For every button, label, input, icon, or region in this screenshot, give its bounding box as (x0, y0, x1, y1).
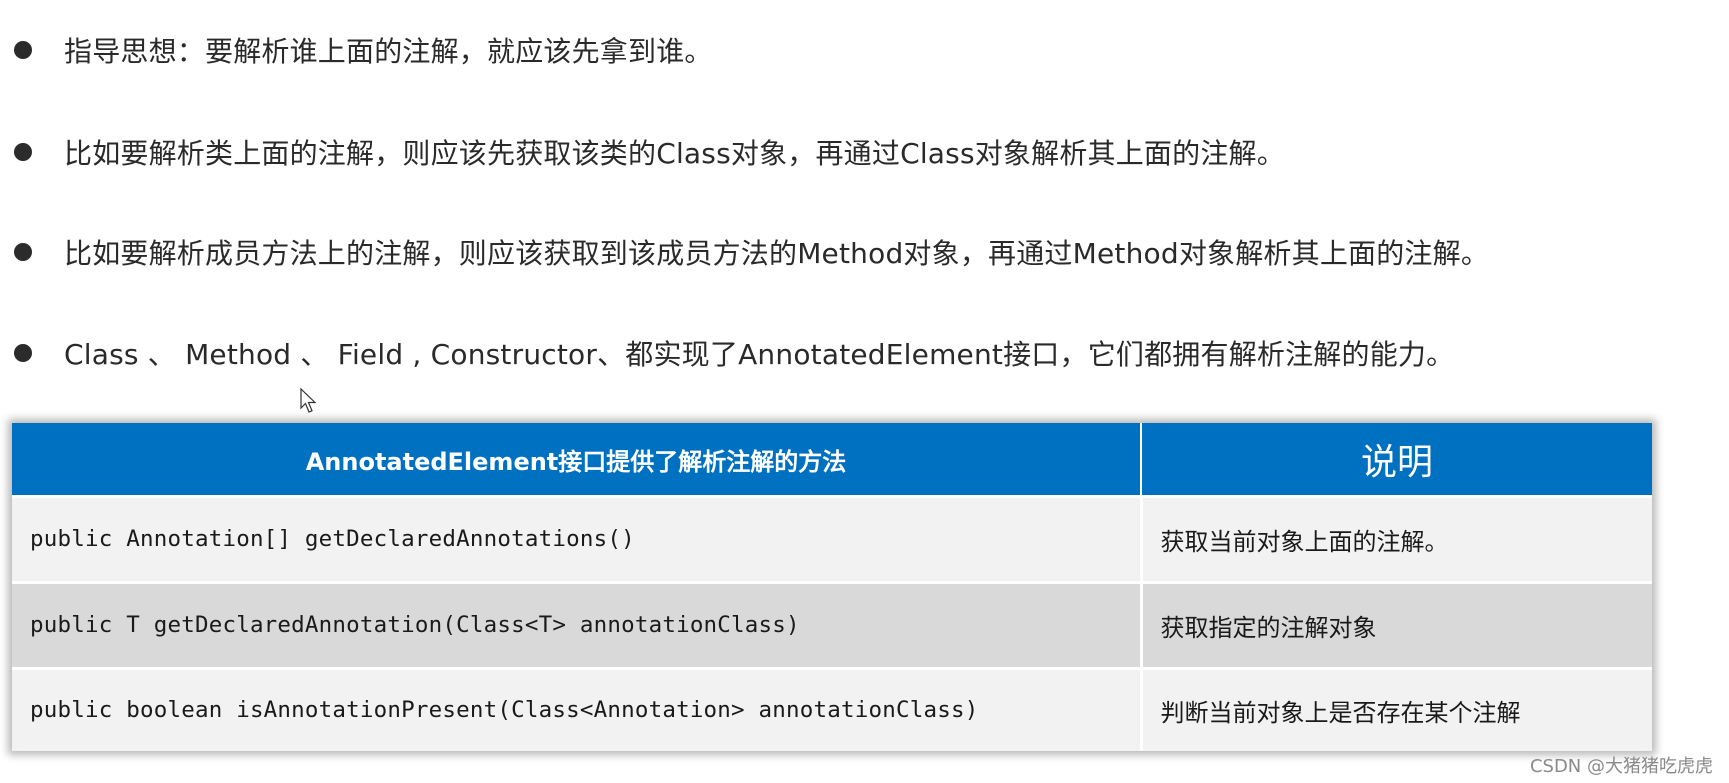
header-method: AnnotatedElement接口提供了解析注解的方法 (12, 423, 1142, 498)
table-header-row: AnnotatedElement接口提供了解析注解的方法 说明 (12, 423, 1652, 498)
bullet-item: 比如要解析成员方法上的注解，则应该获取到该成员方法的Method对象，再通过Me… (14, 232, 1489, 272)
bullet-dot-icon (14, 143, 32, 161)
method-description: 判断当前对象上是否存在某个注解 (1141, 668, 1652, 751)
bullet-item: 指导思想：要解析谁上面的注解，就应该先拿到谁。 (14, 30, 713, 70)
table-row: public Annotation[] getDeclaredAnnotatio… (12, 496, 1652, 584)
method-description: 获取指定的注解对象 (1141, 582, 1652, 670)
method-signature: public T getDeclaredAnnotation(Class<T> … (12, 582, 1143, 670)
method-description: 获取当前对象上面的注解。 (1141, 496, 1652, 584)
bullet-dot-icon (14, 243, 32, 261)
mouse-pointer-icon (300, 388, 317, 413)
bullet-text: 比如要解析成员方法上的注解，则应该获取到该成员方法的Method对象，再通过Me… (64, 237, 1490, 270)
table-row: public T getDeclaredAnnotation(Class<T> … (12, 582, 1652, 670)
bullet-item: Class 、 Method 、 Field , Constructor、都实现… (14, 333, 1454, 373)
bullet-item: 比如要解析类上面的注解，则应该先获取该类的Class对象，再通过Class对象解… (14, 132, 1285, 172)
bullet-dot-icon (14, 344, 32, 362)
method-signature: public boolean isAnnotationPresent(Class… (12, 668, 1143, 751)
header-description: 说明 (1141, 423, 1652, 498)
table-row: public boolean isAnnotationPresent(Class… (12, 668, 1652, 751)
annotated-element-methods-table: AnnotatedElement接口提供了解析注解的方法 说明 public A… (12, 423, 1652, 751)
watermark: CSDN @大猪猪吃虎虎 (1529, 756, 1713, 777)
bullet-text: 比如要解析类上面的注解，则应该先获取该类的Class对象，再通过Class对象解… (64, 137, 1285, 170)
method-signature: public Annotation[] getDeclaredAnnotatio… (12, 496, 1143, 584)
bullet-text: Class 、 Method 、 Field , Constructor、都实现… (64, 338, 1455, 371)
bullet-text: 指导思想：要解析谁上面的注解，就应该先拿到谁。 (64, 35, 713, 68)
bullet-dot-icon (14, 41, 32, 59)
